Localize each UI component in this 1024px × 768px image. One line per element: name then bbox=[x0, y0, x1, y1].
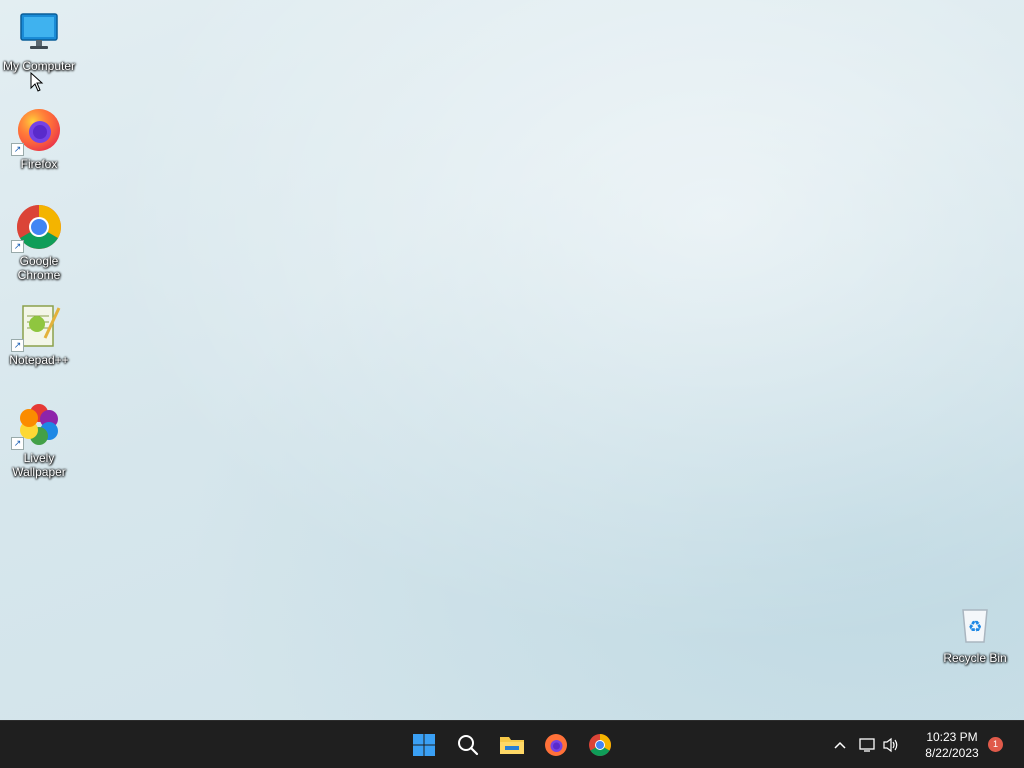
recycle-bin-icon: ♻ bbox=[951, 600, 999, 648]
desktop-icon-my-computer[interactable]: My Computer bbox=[1, 8, 77, 73]
desktop-wallpaper bbox=[0, 0, 1024, 720]
mouse-cursor-icon bbox=[30, 71, 44, 97]
shortcut-arrow-icon: ↗ bbox=[11, 339, 24, 352]
monitor-icon bbox=[15, 8, 63, 56]
network-icon[interactable] bbox=[856, 737, 880, 753]
desktop-icon-google-chrome[interactable]: ↗ Google Chrome bbox=[1, 203, 77, 282]
desktop-icon-label: Lively Wallpaper bbox=[12, 451, 66, 479]
clock-time: 10:23 PM bbox=[926, 730, 978, 744]
taskbar: 10:23 PM 8/22/2023 bbox=[0, 720, 1024, 768]
desktop-icon-label: Recycle Bin bbox=[943, 651, 1007, 665]
search-icon[interactable] bbox=[452, 729, 484, 761]
desktop-icon-label: Notepad++ bbox=[9, 353, 69, 367]
chrome-icon[interactable] bbox=[584, 729, 616, 761]
file-explorer-icon[interactable] bbox=[496, 729, 528, 761]
taskbar-clock[interactable]: 10:23 PM 8/22/2023 bbox=[912, 729, 992, 761]
desktop-icon-label: Firefox bbox=[20, 157, 58, 171]
notepadpp-icon: ↗ bbox=[11, 302, 63, 352]
start-windows-icon[interactable] bbox=[408, 729, 440, 761]
lively-wallpaper-icon: ↗ bbox=[11, 400, 63, 450]
shortcut-arrow-icon: ↗ bbox=[11, 437, 24, 450]
chrome-icon: ↗ bbox=[11, 203, 63, 253]
firefox-icon: ↗ bbox=[11, 106, 63, 156]
notification-badge[interactable]: 1 bbox=[988, 737, 1003, 752]
svg-text:♻: ♻ bbox=[968, 617, 982, 636]
desktop-icon-label: My Computer bbox=[2, 59, 76, 73]
clock-date: 8/22/2023 bbox=[925, 746, 979, 760]
speaker-icon[interactable] bbox=[880, 737, 902, 753]
shortcut-arrow-icon: ↗ bbox=[11, 240, 24, 253]
desktop-icon-label: Google Chrome bbox=[17, 254, 61, 282]
firefox-icon[interactable] bbox=[540, 729, 572, 761]
desktop-icon-notepadpp[interactable]: ↗ Notepad++ bbox=[1, 302, 77, 367]
desktop-icon-firefox[interactable]: ↗ Firefox bbox=[1, 106, 77, 171]
desktop-icon-lively-wallpaper[interactable]: ↗ Lively Wallpaper bbox=[1, 400, 77, 479]
desktop-icon-recycle-bin[interactable]: ♻ Recycle Bin bbox=[937, 600, 1013, 665]
chevron-up-icon[interactable] bbox=[830, 741, 850, 749]
shortcut-arrow-icon: ↗ bbox=[11, 143, 24, 156]
